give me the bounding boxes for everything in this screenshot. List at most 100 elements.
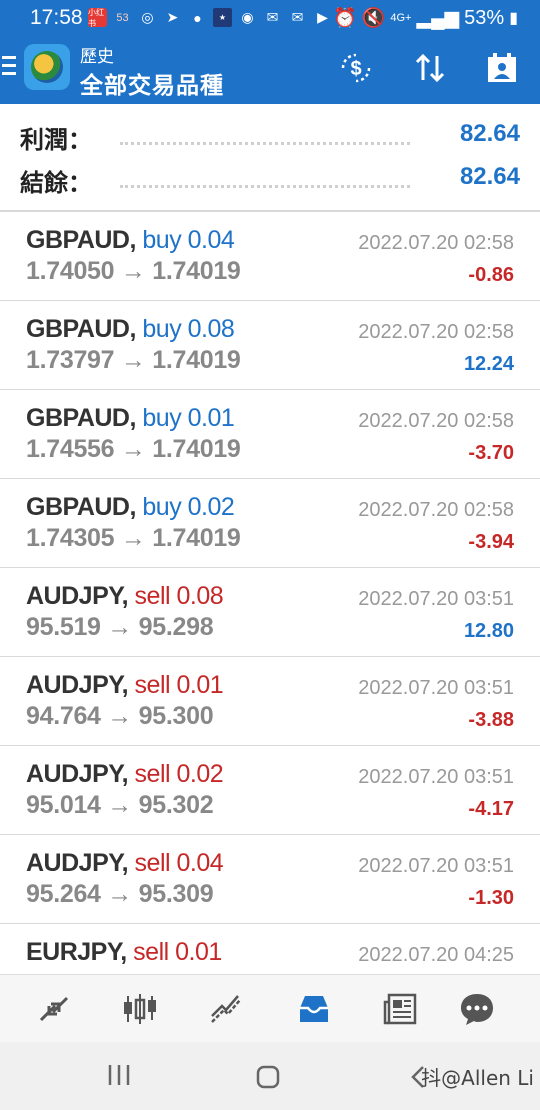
trade-side: buy 0.04 [142,226,235,254]
message-icon: ● [193,9,202,26]
trade-prices: 1.74556 → 1.74019 [26,435,241,463]
sort-button[interactable] [408,46,452,90]
trade-symbol: GBPAUD, [26,226,136,254]
sort-icon [415,53,445,83]
trade-row[interactable]: GBPAUD, buy 0.04 1.74050 → 1.74019 2022.… [0,212,540,301]
nav-history[interactable] [287,987,341,1031]
trade-row[interactable]: AUDJPY, sell 0.04 95.264 → 95.309 2022.0… [0,835,540,924]
home-button[interactable] [255,1064,281,1095]
summary-panel: 利潤： 82.64 結餘： 82.64 [0,104,540,212]
trade-profit: -3.70 [468,442,514,464]
trade-prices: 95.264 → 95.309 [26,880,214,908]
trade-row[interactable]: AUDJPY, sell 0.02 95.014 → 95.302 2022.0… [0,746,540,835]
trade-history-list[interactable]: GBPAUD, buy 0.04 1.74050 → 1.74019 2022.… [0,212,540,974]
page-title: 歷史 [80,47,114,66]
trade-profit: -3.94 [468,531,514,553]
profit-value: 82.64 [459,120,520,147]
bottom-navigation [0,974,540,1043]
trade-symbol: GBPAUD, [26,404,136,432]
trade-datetime: 2022.07.20 02:58 [358,321,514,343]
dotted-leader [120,185,410,188]
trade-profit: -3.88 [468,709,514,731]
trade-datetime: 2022.07.20 03:51 [358,855,514,877]
trade-profit: 12.80 [463,620,514,642]
balance-label: 結餘： [20,170,92,197]
alarm-icon: ⏰ [333,8,357,29]
trade-side: buy 0.01 [142,404,235,432]
symbol-filter[interactable]: 全部交易品種 [80,66,224,100]
trade-datetime: 2022.07.20 02:58 [358,499,514,521]
trade-row[interactable]: AUDJPY, sell 0.01 94.764 → 95.300 2022.0… [0,657,540,746]
youtube-icon: ▶ [317,9,328,25]
trade-datetime: 2022.07.20 03:51 [358,766,514,788]
recent-apps-icon [108,1065,130,1085]
trade-datetime: 2022.07.20 03:51 [358,677,514,699]
clock: 17:58 [30,6,83,29]
profit-label: 利潤： [20,127,92,154]
system-navigation-bar: 抖@Allen Li [0,1042,540,1110]
nav-chart[interactable] [113,987,167,1031]
mail-icon-2: ✉ [291,9,304,25]
dotted-leader [120,142,410,145]
profit-row: 利潤： 82.64 [20,120,520,160]
metatrader-logo [24,44,70,90]
trade-profit: -4.17 [468,798,514,820]
network-type: 4G+ [390,12,412,24]
flag-icon: ★ [213,8,232,27]
trade-row[interactable]: GBPAUD, buy 0.02 1.74305 → 1.74019 2022.… [0,479,540,568]
fingerprint-icon: ◉ [241,9,254,25]
trade-symbol: AUDJPY, [26,760,129,788]
currency-button[interactable]: $ [334,46,378,90]
trade-datetime: 2022.07.20 03:51 [358,588,514,610]
trade-symbol: AUDJPY, [26,849,129,877]
trade-row[interactable]: GBPAUD, buy 0.01 1.74556 → 1.74019 2022.… [0,390,540,479]
trade-prices: 1.74050 → 1.74019 [26,257,241,285]
nav-trade[interactable] [200,987,254,1031]
watermark: 抖@Allen Li [421,1066,534,1090]
trade-side: sell 0.01 [134,671,224,699]
history-icon [300,996,328,1022]
nav-news[interactable] [373,987,427,1031]
balance-value: 82.64 [459,163,520,190]
trade-symbol: AUDJPY, [26,582,129,610]
trade-datetime: 2022.07.20 02:58 [358,410,514,432]
trade-prices: 1.74305 → 1.74019 [26,524,241,552]
trade-row[interactable]: AUDJPY, sell 0.08 95.519 → 95.298 2022.0… [0,568,540,657]
trade-symbol: AUDJPY, [26,671,129,699]
news-icon [383,993,417,1025]
nav-quotes[interactable] [27,987,81,1031]
trade-prices: 95.519 → 95.298 [26,613,214,641]
trade-row[interactable]: GBPAUD, buy 0.08 1.73797 → 1.74019 2022.… [0,301,540,390]
shazam-icon: ◎ [141,9,154,25]
chart-icon [124,994,156,1024]
status-bar: 17:58 小红书 53 ◎ ➤ ● ★ ◉ ✉ ✉ ▶ ⏰ 🔇 4G+ ▂▄▆… [0,0,540,36]
mute-icon: 🔇 [361,8,386,29]
app-bar: 歷史 全部交易品種 $ [0,36,540,104]
signal-icon: ▂▄▆ [416,7,460,29]
trade-symbol: GBPAUD, [26,315,136,343]
currency-exchange-icon: $ [341,53,371,83]
menu-icon[interactable] [2,56,16,80]
notification-badge-icon: 53 [116,11,129,24]
trade-profit: 12.24 [463,353,514,375]
notification-app-icon: 小红书 [88,8,107,28]
battery-icon: ▮ [509,10,518,27]
battery-level: 53% [464,6,505,29]
calendar-button[interactable] [480,46,524,90]
trade-prices: 95.014 → 95.302 [26,791,214,819]
trade-datetime: 2022.07.20 02:58 [358,232,514,254]
trade-prices: 94.764 → 95.300 [26,702,214,730]
trade-prices: 1.73797 → 1.74019 [26,346,241,374]
trade-side: buy 0.02 [142,493,235,521]
trade-profit: -0.86 [468,264,514,286]
trade-row[interactable]: EURJPY, sell 0.01 2022.07.20 04:25 [0,924,540,974]
trade-symbol: EURJPY, [26,938,127,966]
trade-side: sell 0.02 [134,760,224,788]
trade-side: sell 0.08 [134,582,224,610]
trade-side: sell 0.01 [133,938,222,966]
recent-apps-button[interactable] [106,1062,132,1093]
balance-row: 結餘： 82.64 [20,163,520,203]
trade-side: sell 0.04 [134,849,224,877]
mail-icon: ✉ [266,9,279,25]
nav-chat[interactable] [450,987,504,1031]
